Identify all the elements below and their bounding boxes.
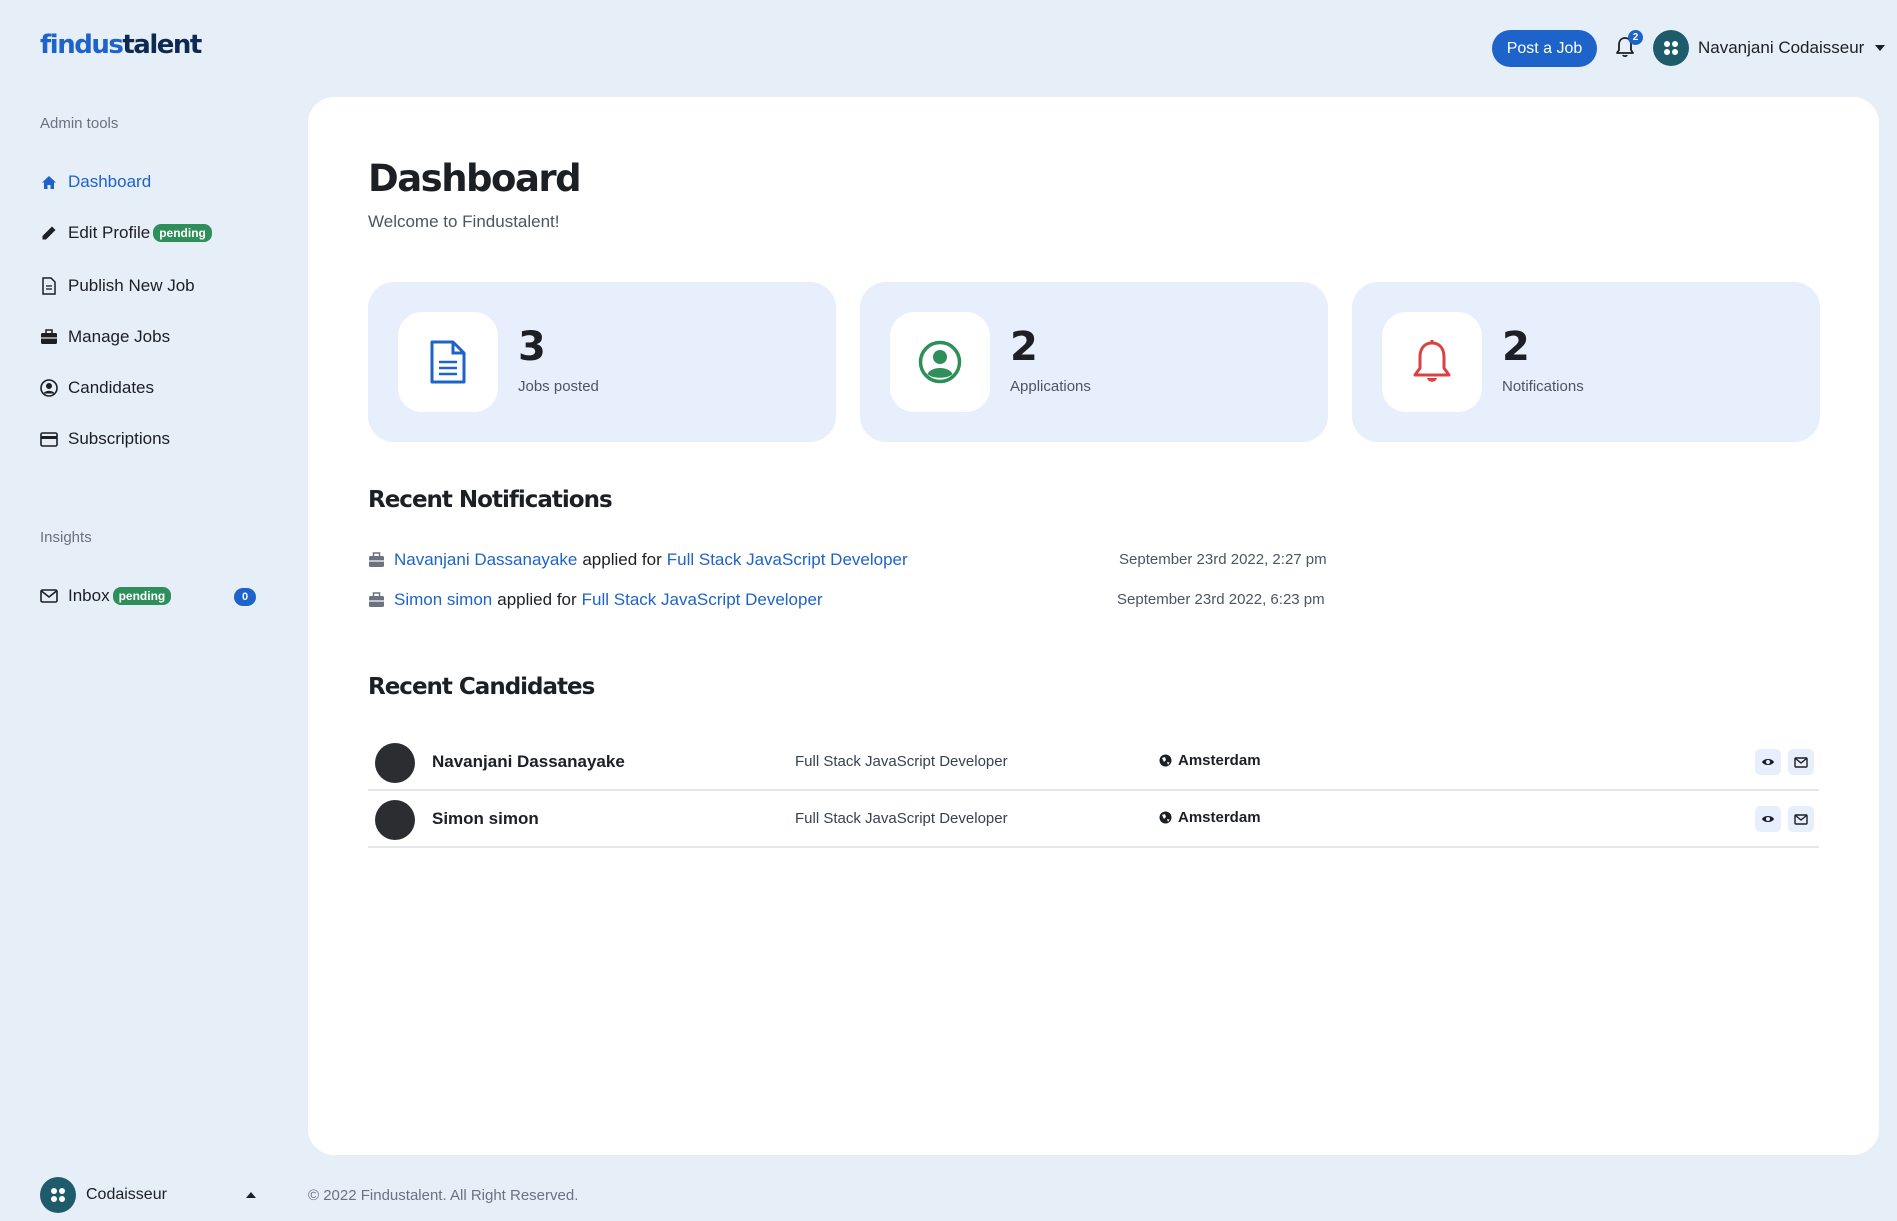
envelope-icon xyxy=(1794,756,1808,768)
org-switcher[interactable]: Codaisseur xyxy=(40,1177,167,1213)
org-logo-icon xyxy=(1664,41,1678,55)
candidate-location: Amsterdam xyxy=(1159,809,1261,826)
sidebar-item-label: Manage Jobs xyxy=(68,327,171,346)
chevron-up-icon[interactable] xyxy=(246,1192,256,1198)
user-name: Navanjani Codaisseur xyxy=(1698,38,1865,57)
recent-notifications-title: Recent Notifications xyxy=(368,487,613,513)
bell-icon xyxy=(1413,340,1451,382)
view-candidate-button[interactable] xyxy=(1755,806,1781,832)
stat-icon-box xyxy=(398,312,498,412)
location-label: Amsterdam xyxy=(1178,809,1261,826)
home-icon xyxy=(40,173,58,191)
eye-icon xyxy=(1762,816,1774,822)
candidate-name[interactable]: Simon simon xyxy=(432,809,539,829)
page-subtitle: Welcome to Findustalent! xyxy=(368,212,560,231)
sidebar-item-edit-profile[interactable]: Edit Profile pending xyxy=(40,221,212,245)
candidate-location: Amsterdam xyxy=(1159,752,1261,769)
notification-count-badge: 2 xyxy=(1628,30,1643,45)
sidebar-item-label: Dashboard xyxy=(68,172,152,191)
briefcase-icon xyxy=(369,592,384,607)
job-link[interactable]: Full Stack JavaScript Developer xyxy=(667,550,908,570)
candidates-table: Navanjani Dassanayake Full Stack JavaScr… xyxy=(368,734,1819,848)
inbox-count-badge: 0 xyxy=(234,588,256,606)
briefcase-icon xyxy=(40,328,58,346)
sidebar-item-publish-new-job[interactable]: Publish New Job xyxy=(40,274,195,298)
avatar xyxy=(375,743,415,783)
job-link[interactable]: Full Stack JavaScript Developer xyxy=(582,590,823,610)
stat-icon-box xyxy=(1382,312,1482,412)
globe-icon xyxy=(1159,811,1172,824)
envelope-icon xyxy=(1794,813,1808,825)
envelope-icon xyxy=(40,587,58,605)
candidate-name[interactable]: Navanjani Dassanayake xyxy=(432,752,625,772)
notification-text: applied for xyxy=(582,550,662,569)
sidebar-item-label: Edit Profile xyxy=(68,223,151,242)
avatar xyxy=(1653,30,1689,66)
sidebar-section-insights: Insights xyxy=(40,529,92,546)
message-candidate-button[interactable] xyxy=(1788,749,1814,775)
status-badge: pending xyxy=(112,587,172,605)
document-icon xyxy=(40,277,58,295)
post-a-job-button[interactable]: Post a Job xyxy=(1492,30,1597,67)
chevron-down-icon xyxy=(1875,45,1886,51)
message-candidate-button[interactable] xyxy=(1788,806,1814,832)
sidebar-item-candidates[interactable]: Candidates xyxy=(40,376,154,400)
briefcase-icon xyxy=(369,552,384,567)
notification-time: September 23rd 2022, 2:27 pm xyxy=(1119,551,1327,568)
stat-card-jobs-posted[interactable]: 3 Jobs posted xyxy=(368,282,836,442)
stat-value: 3 xyxy=(518,324,546,370)
stat-card-notifications[interactable]: 2 Notifications xyxy=(1352,282,1820,442)
stat-card-applications[interactable]: 2 Applications xyxy=(860,282,1328,442)
sidebar-section-admin: Admin tools xyxy=(40,115,119,132)
notifications-button[interactable]: 2 xyxy=(1615,30,1643,60)
globe-icon xyxy=(1159,754,1172,767)
location-label: Amsterdam xyxy=(1178,752,1261,769)
sidebar-item-label: Publish New Job xyxy=(68,276,195,295)
stat-icon-box xyxy=(890,312,990,412)
document-icon xyxy=(430,340,466,384)
stat-value: 2 xyxy=(1010,324,1038,370)
stat-label: Applications xyxy=(1010,378,1091,395)
main-content: Dashboard Welcome to Findustalent! 3 Job… xyxy=(308,97,1879,1155)
org-logo-icon xyxy=(51,1188,65,1202)
sidebar-item-label: Inbox xyxy=(68,586,110,605)
candidate-job: Full Stack JavaScript Developer xyxy=(795,753,1008,770)
recent-candidates-title: Recent Candidates xyxy=(368,674,595,700)
user-menu[interactable]: Navanjani Codaisseur xyxy=(1653,29,1886,67)
candidate-link[interactable]: Navanjani Dassanayake xyxy=(394,550,577,570)
sidebar-item-subscriptions[interactable]: Subscriptions xyxy=(40,427,170,451)
table-row: Simon simon Full Stack JavaScript Develo… xyxy=(368,791,1819,848)
stat-value: 2 xyxy=(1502,324,1530,370)
sidebar-item-label: Candidates xyxy=(68,378,155,397)
status-badge: pending xyxy=(153,224,212,242)
credit-card-icon xyxy=(40,430,58,448)
table-row: Navanjani Dassanayake Full Stack JavaScr… xyxy=(368,734,1819,791)
notification-time: September 23rd 2022, 6:23 pm xyxy=(1117,591,1325,608)
stat-label: Jobs posted xyxy=(518,378,599,395)
sidebar-item-label: Subscriptions xyxy=(68,429,171,448)
sidebar-item-inbox[interactable]: Inbox pending xyxy=(40,584,172,608)
findustalent-logo[interactable]: findustalent xyxy=(40,30,202,60)
sidebar-item-dashboard[interactable]: Dashboard xyxy=(40,170,151,194)
eye-icon xyxy=(1762,759,1774,765)
user-circle-icon xyxy=(40,379,58,397)
candidate-job: Full Stack JavaScript Developer xyxy=(795,810,1008,827)
page-title: Dashboard xyxy=(368,157,582,200)
org-name: Codaisseur xyxy=(86,1186,167,1203)
avatar xyxy=(375,800,415,840)
notification-text: applied for xyxy=(497,590,577,609)
candidate-link[interactable]: Simon simon xyxy=(394,590,492,610)
pencil-icon xyxy=(40,224,58,242)
view-candidate-button[interactable] xyxy=(1755,749,1781,775)
user-circle-icon xyxy=(918,340,962,384)
avatar xyxy=(40,1177,76,1213)
copyright: © 2022 Findustalent. All Right Reserved. xyxy=(308,1187,579,1204)
sidebar-item-manage-jobs[interactable]: Manage Jobs xyxy=(40,325,170,349)
stat-label: Notifications xyxy=(1502,378,1584,395)
